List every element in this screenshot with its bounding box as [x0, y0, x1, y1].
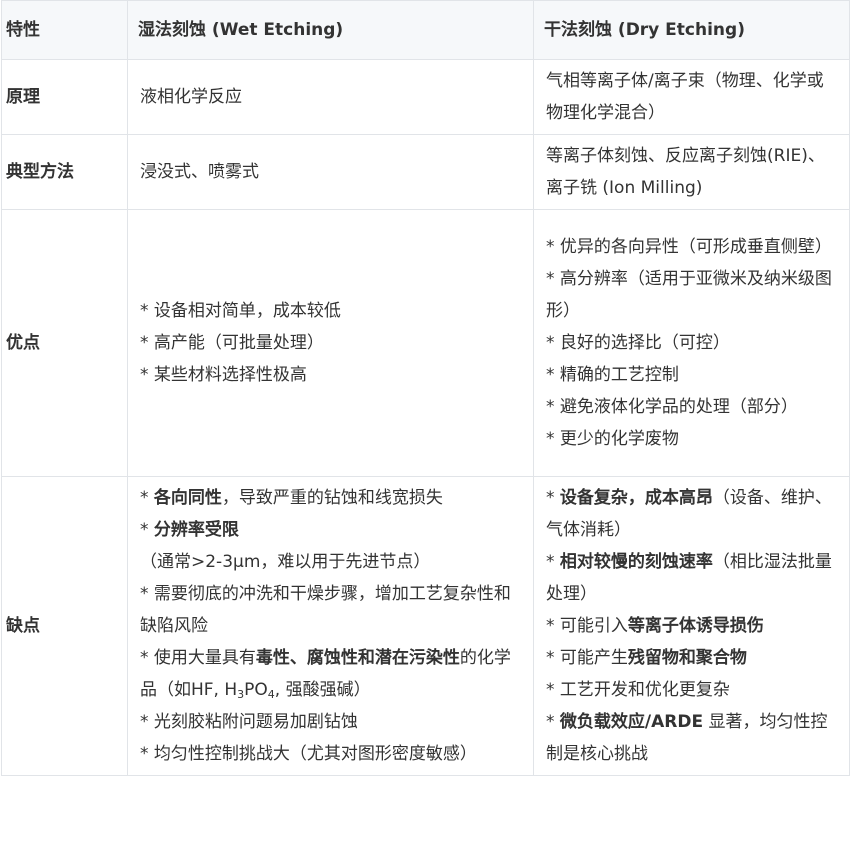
item-text: （通常>2-3μm，难以用于先进节点）: [140, 552, 431, 572]
list-item: * 设备相对简单，成本较低: [140, 301, 341, 321]
cell-dry-advantages: * 优异的各向异性（可形成垂直侧壁） * 高分辨率（适用于亚微米及纳米级图形） …: [533, 209, 850, 477]
list-item: * 可能产生残留物和聚合物: [546, 642, 837, 674]
list-item: * 优异的各向异性（可形成垂直侧壁）: [546, 237, 832, 257]
item-prefix: *: [546, 552, 560, 572]
item-emphasis: 毒性、腐蚀性和潜在污染性: [255, 648, 460, 668]
item-prefix: *: [546, 488, 560, 508]
item-emphasis: 等离子体诱导损伤: [627, 616, 764, 636]
item-text: PO: [244, 680, 268, 700]
list-item: * 良好的选择比（可控）: [546, 333, 730, 353]
table-row-method: 典型方法 浸没式、喷雾式 等离子体刻蚀、反应离子刻蚀(RIE)、离子铣 (Ion…: [1, 134, 850, 210]
row-label-disadvantages: 缺点: [1, 476, 128, 776]
item-prefix: *: [546, 712, 560, 732]
item-prefix: *: [140, 520, 154, 540]
item-emphasis: 微负载效应/ARDE: [559, 712, 704, 732]
item-emphasis: 残留物和聚合物: [627, 648, 747, 668]
item-text: , 强酸强碱）: [274, 680, 371, 700]
cell-dry-disadvantages: * 设备复杂，成本高昂（设备、维护、气体消耗） * 相对较慢的刻蚀速率（相比湿法…: [533, 476, 850, 776]
list-item: * 可能引入等离子体诱导损伤: [546, 610, 837, 642]
item-prefix: * 可能引入: [546, 616, 628, 636]
header-feature: 特性: [1, 0, 128, 60]
list-item: * 光刻胶粘附问题易加剧钻蚀: [140, 712, 358, 732]
item-prefix: * 使用大量具有: [140, 648, 256, 668]
list-item: * 设备复杂，成本高昂（设备、维护、气体消耗）: [546, 482, 837, 546]
item-emphasis: 设备复杂，成本高昂: [559, 488, 713, 508]
comparison-table: 特性 湿法刻蚀 (Wet Etching) 干法刻蚀 (Dry Etching)…: [1, 0, 850, 776]
list-item: * 更少的化学废物: [546, 429, 679, 449]
item-emphasis: 相对较慢的刻蚀速率: [559, 552, 713, 572]
item-prefix: *: [140, 488, 154, 508]
row-label-advantages: 优点: [1, 209, 128, 477]
list-item: * 使用大量具有毒性、腐蚀性和潜在污染性的化学品（如HF, H3PO4, 强酸强…: [140, 642, 521, 706]
list-item: * 微负载效应/ARDE 显著，均匀性控制是核心挑战: [546, 706, 837, 770]
table-row-disadvantages: 缺点 * 各向同性，导致严重的钻蚀和线宽损失 * 分辨率受限 （通常>2-3μm，…: [1, 476, 850, 776]
list-item: * 分辨率受限 （通常>2-3μm，难以用于先进节点）: [140, 514, 521, 578]
header-dry-etching: 干法刻蚀 (Dry Etching): [533, 0, 850, 60]
cell-dry-principle: 气相等离子体/离子束（物理、化学或物理化学混合）: [533, 59, 850, 135]
table-row-advantages: 优点 * 设备相对简单，成本较低 * 高产能（可批量处理） * 某些材料选择性极…: [1, 209, 850, 477]
cell-dry-method: 等离子体刻蚀、反应离子刻蚀(RIE)、离子铣 (Ion Milling): [533, 134, 850, 210]
item-text: ，导致严重的钻蚀和线宽损失: [221, 488, 443, 508]
list-item: * 需要彻底的冲洗和干燥步骤，增加工艺复杂性和缺陷风险: [140, 584, 511, 636]
list-item: * 避免液体化学品的处理（部分）: [546, 397, 798, 417]
row-label-principle: 原理: [1, 59, 128, 135]
list-item: * 工艺开发和优化更复杂: [546, 680, 730, 700]
header-wet-etching: 湿法刻蚀 (Wet Etching): [127, 0, 534, 60]
subscript: 4: [267, 688, 275, 701]
cell-wet-principle: 液相化学反应: [127, 59, 534, 135]
list-item: * 高产能（可批量处理）: [140, 333, 324, 353]
list-item: * 均匀性控制挑战大（尤其对图形密度敏感）: [140, 744, 477, 764]
list-item: * 高分辨率（适用于亚微米及纳米级图形）: [546, 269, 832, 321]
cell-wet-method: 浸没式、喷雾式: [127, 134, 534, 210]
table-row-principle: 原理 液相化学反应 气相等离子体/离子束（物理、化学或物理化学混合）: [1, 59, 850, 135]
list-item: * 精确的工艺控制: [546, 365, 679, 385]
cell-wet-advantages: * 设备相对简单，成本较低 * 高产能（可批量处理） * 某些材料选择性极高: [127, 209, 534, 477]
item-emphasis: 各向同性: [153, 488, 222, 508]
list-item: * 相对较慢的刻蚀速率（相比湿法批量处理）: [546, 546, 837, 610]
item-prefix: * 可能产生: [546, 648, 628, 668]
item-emphasis: 分辨率受限: [153, 520, 239, 540]
header-row: 特性 湿法刻蚀 (Wet Etching) 干法刻蚀 (Dry Etching): [1, 0, 850, 60]
list-item: * 各向同性，导致严重的钻蚀和线宽损失: [140, 482, 521, 514]
cell-wet-disadvantages: * 各向同性，导致严重的钻蚀和线宽损失 * 分辨率受限 （通常>2-3μm，难以用…: [127, 476, 534, 776]
list-item: * 某些材料选择性极高: [140, 365, 307, 385]
row-label-method: 典型方法: [1, 134, 128, 210]
